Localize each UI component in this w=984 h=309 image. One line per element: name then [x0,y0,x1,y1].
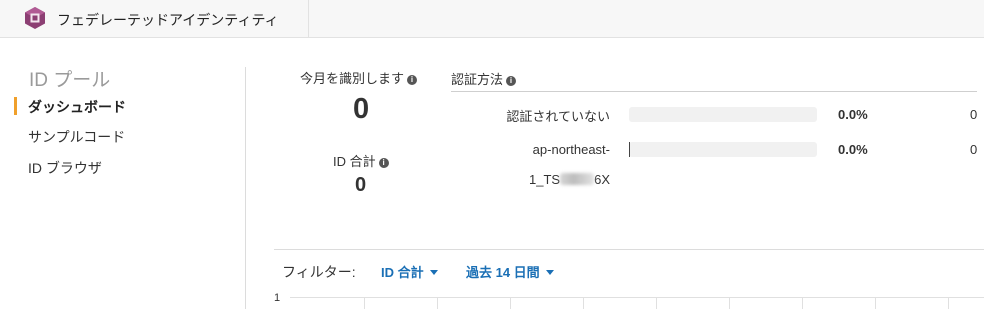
total-identities-label: ID 合計 i [333,151,389,170]
user-pool-id-prefix: 1_TS [529,172,561,187]
caret-down-icon [429,270,438,275]
auth-row-label-line2: 1_TS 6X [529,172,610,187]
auth-row-bar-fill [629,142,630,157]
info-icon[interactable]: i [407,75,418,85]
total-identities-text: ID 合計 [333,154,376,169]
sidebar-item-dashboard[interactable]: ダッシュボード [28,97,126,117]
user-pool-id-suffix: 6X [594,172,610,187]
monthly-identities-text: 今月を識別します [300,71,405,86]
sidebar-active-marker [14,97,17,115]
auth-row-count: 0 [970,107,978,122]
chart-grid-vertical [583,298,584,309]
caret-down-icon [545,270,554,275]
chart-grid-vertical [729,298,730,309]
sidebar-divider [245,67,246,309]
auth-row-label: 認証されていない [506,109,610,124]
cognito-logo-icon [25,7,45,29]
auth-row-percent: 0.0% [838,142,868,157]
top-bar: フェデレーテッドアイデンティティ [0,0,984,38]
info-icon[interactable]: i [506,76,517,86]
auth-row-count: 0 [970,142,978,157]
metric-dropdown-label: ID 合計 [381,265,424,280]
chart-grid-vertical [802,298,803,309]
app-title: フェデレーテッドアイデンティティ [57,12,279,28]
auth-row-percent: 0.0% [838,107,868,122]
period-dropdown-label: 過去 14 日間 [466,265,540,280]
auth-methods-title: 認証方法 i [451,69,517,88]
auth-methods-text: 認証方法 [451,72,504,87]
chart-grid-vertical [875,298,876,309]
info-icon[interactable]: i [378,158,389,168]
sidebar-section-title: ID プール [29,70,111,91]
redacted-blur [560,173,595,185]
chart-grid-vertical [948,298,949,309]
filter-divider [274,249,984,250]
sidebar-item-sample-code[interactable]: サンプルコード [28,127,125,147]
auth-methods-divider [451,91,977,92]
chart-y-tick: 1 [274,292,281,304]
auth-row-label: ap-northeast- [532,142,610,157]
chart-grid-vertical [656,298,657,309]
service-brand[interactable]: フェデレーテッドアイデンティティ [0,0,309,37]
sidebar-item-id-browser[interactable]: ID ブラウザ [28,158,102,178]
metric-dropdown[interactable]: ID 合計 [381,262,438,281]
chart-grid-vertical [364,298,365,309]
auth-row-bar [629,142,817,157]
chart-grid-vertical [437,298,438,309]
chart-grid-vertical [510,298,511,309]
filter-label: フィルター: [282,264,356,280]
period-dropdown[interactable]: 過去 14 日間 [466,262,554,281]
monthly-identities-label: 今月を識別します i [300,68,418,87]
chart-gridline [290,297,984,298]
auth-row-bar [629,107,817,122]
monthly-identities-value: 0 [353,93,370,125]
total-identities-value: 0 [355,174,367,196]
